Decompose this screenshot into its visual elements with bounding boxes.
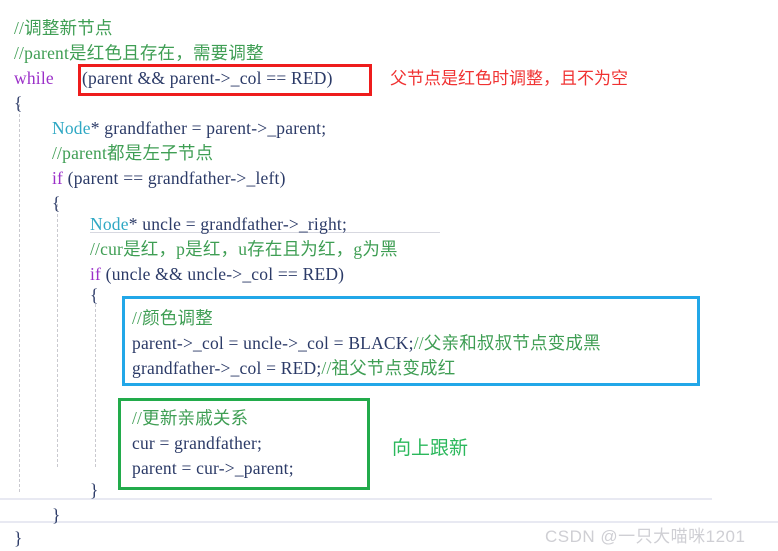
code-token: Node bbox=[90, 214, 129, 234]
code-token: //parent都是左子节点 bbox=[52, 143, 214, 163]
code-screenshot: //调整新节点 //parent是红色且存在，需要调整 while (paren… bbox=[0, 0, 778, 551]
editor-region-rule-1 bbox=[0, 498, 712, 500]
code-line-5[interactable]: Node* grandfather = parent->_parent; bbox=[52, 116, 326, 141]
code-line-7[interactable]: if (parent == grandfather->_left) bbox=[52, 166, 286, 191]
indent-guide-3 bbox=[95, 304, 96, 467]
code-token: Node bbox=[52, 118, 91, 138]
code-line-9[interactable]: Node* uncle = grandfather->_right; bbox=[90, 212, 347, 237]
code-line-6[interactable]: //parent都是左子节点 bbox=[52, 141, 213, 166]
red-annotation-label: 父节点是红色时调整，且不为空 bbox=[390, 69, 628, 88]
code-line-1[interactable]: //调整新节点 bbox=[14, 16, 113, 41]
code-token: while bbox=[14, 68, 54, 88]
code-token: //调整新节点 bbox=[14, 18, 113, 38]
indent-guide-2 bbox=[57, 204, 58, 467]
code-line-10[interactable]: //cur是红，p是红，u存在且为红，g为黑 bbox=[90, 237, 398, 262]
green-annotation-label: 向上跟新 bbox=[392, 438, 469, 459]
code-token: } bbox=[14, 528, 23, 548]
code-token: } bbox=[52, 505, 61, 525]
code-token: (uncle && uncle->_col == RED) bbox=[101, 264, 345, 284]
csdn-watermark: CSDN @一只大喵咪1201 bbox=[545, 527, 746, 546]
code-token: { bbox=[52, 193, 61, 213]
code-token: { bbox=[90, 285, 99, 305]
indent-guide-1 bbox=[19, 104, 20, 492]
code-token: (parent == grandfather->_left) bbox=[63, 168, 286, 188]
code-token: * grandfather = parent->_parent; bbox=[90, 118, 327, 138]
code-line-21[interactable]: } bbox=[14, 526, 23, 551]
code-token: //cur是红，p是红，u存在且为红，g为黑 bbox=[90, 239, 398, 259]
code-token: if bbox=[52, 168, 64, 188]
code-token: if bbox=[90, 264, 102, 284]
code-line-8[interactable]: { bbox=[52, 191, 61, 216]
code-line-3-while-keyword[interactable]: while bbox=[14, 66, 58, 91]
while-condition-highlight-box bbox=[78, 64, 372, 96]
relation-update-highlight-box bbox=[118, 398, 370, 490]
color-adjust-highlight-box bbox=[122, 296, 700, 386]
code-line-4[interactable]: { bbox=[14, 91, 23, 116]
code-token: * uncle = grandfather->_right; bbox=[128, 214, 348, 234]
code-line-19[interactable]: } bbox=[90, 478, 99, 503]
code-token: } bbox=[90, 480, 99, 500]
code-token: { bbox=[14, 93, 23, 113]
code-line-2[interactable]: //parent是红色且存在，需要调整 bbox=[14, 41, 264, 66]
code-line-20[interactable]: } bbox=[52, 503, 61, 528]
code-editor-surface[interactable]: //调整新节点 //parent是红色且存在，需要调整 while (paren… bbox=[0, 0, 778, 551]
code-line-11[interactable]: if (uncle && uncle->_col == RED) bbox=[90, 262, 344, 287]
code-token: //parent是红色且存在，需要调整 bbox=[14, 43, 264, 63]
code-line-12[interactable]: { bbox=[90, 283, 99, 308]
